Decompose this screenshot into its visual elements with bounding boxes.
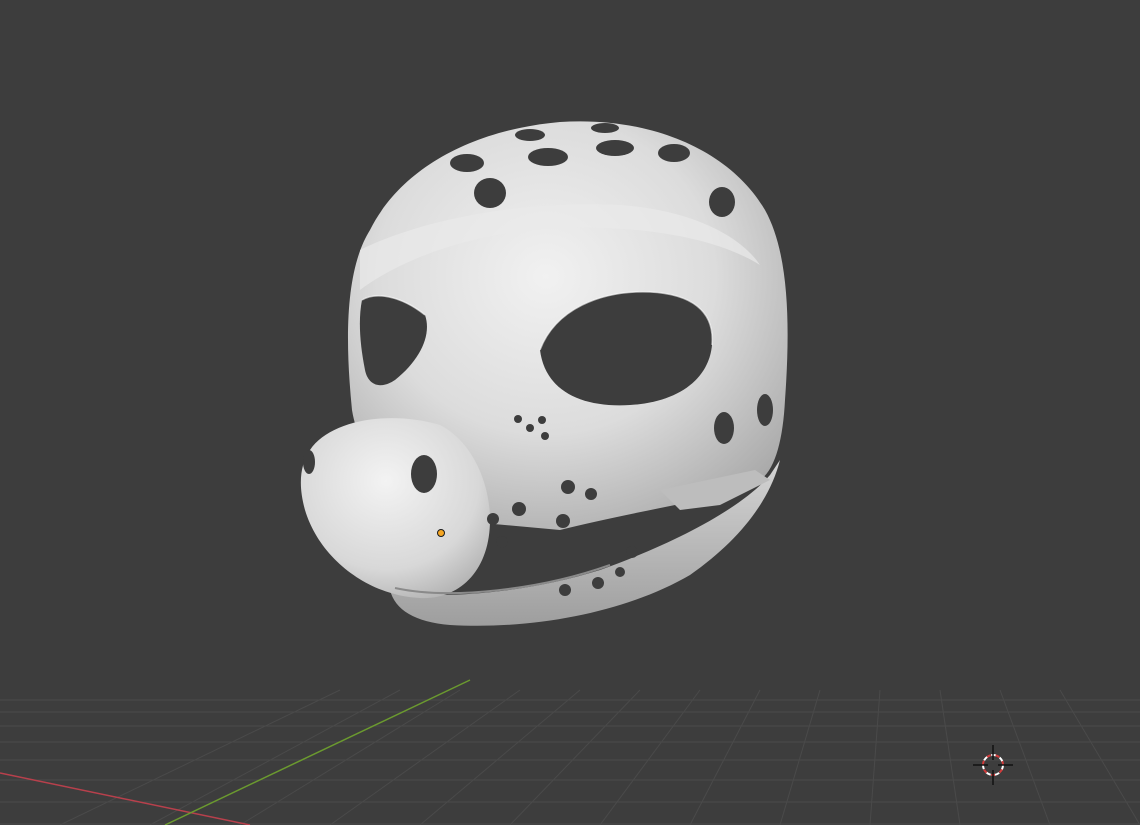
object-origin-marker[interactable] xyxy=(437,529,445,537)
x-axis-line xyxy=(0,772,251,825)
floor-grid xyxy=(0,689,1140,825)
3d-cursor-icon[interactable] xyxy=(973,745,1013,785)
viewport-canvas[interactable] xyxy=(0,0,1140,825)
3d-viewport[interactable] xyxy=(0,0,1140,825)
